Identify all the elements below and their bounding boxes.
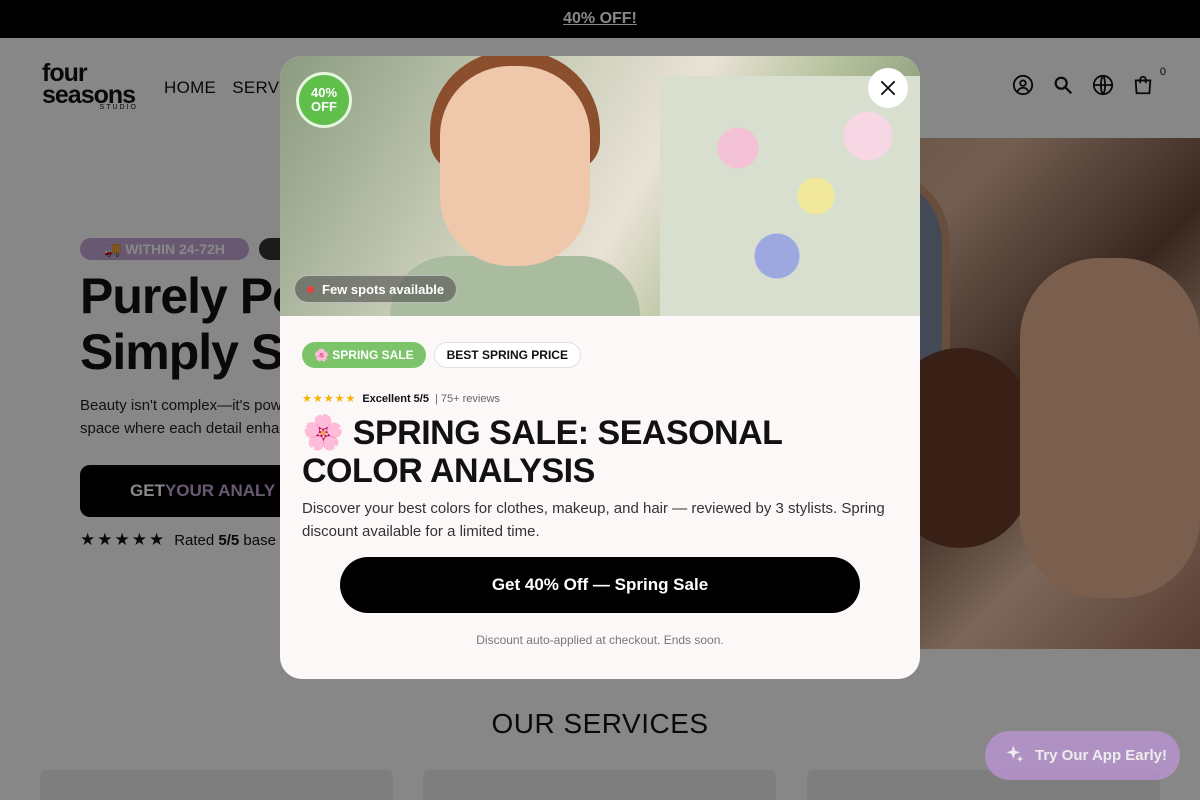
star-icons: ★★★★★ [302, 393, 357, 405]
badge-line2: OFF [311, 99, 337, 114]
promo-modal: 40% OFF Few spots available 🌸 SPRING SAL… [280, 56, 920, 679]
spring-sale-cta-button[interactable]: Get 40% Off — Spring Sale [340, 557, 860, 613]
try-app-label: Try Our App Early! [1035, 747, 1167, 764]
modal-footnote: Discount auto-applied at checkout. Ends … [476, 633, 724, 647]
modal-image: 40% OFF Few spots available [280, 56, 920, 316]
modal-tags: 🌸 SPRING SALE BEST SPRING PRICE [302, 342, 581, 368]
modal-description: Discover your best colors for clothes, m… [302, 500, 885, 540]
modal-title: 🌸 SPRING SALE: SEASONAL COLOR ANALYSIS [302, 414, 782, 490]
live-dot-icon [307, 285, 314, 293]
sparkle-icon [1005, 744, 1025, 768]
rating-excellent: Excellent 5/5 [362, 392, 429, 405]
discount-badge: 40% OFF [296, 72, 352, 128]
person-face-shape [440, 66, 590, 266]
badge-line1: 40% [310, 85, 338, 100]
spring-sale-tag: 🌸 SPRING SALE [302, 342, 426, 368]
spots-badge: Few spots available [294, 275, 458, 303]
best-price-tag: BEST SPRING PRICE [433, 342, 581, 368]
close-icon [880, 80, 896, 96]
flowers-shape [660, 76, 920, 316]
spots-label: Few spots available [322, 281, 445, 297]
modal-rating: ★★★★★ Excellent 5/5 | 75+ reviews [302, 392, 500, 406]
close-button[interactable] [868, 68, 908, 108]
try-app-button[interactable]: Try Our App Early! [985, 731, 1180, 780]
rating-reviews: | 75+ reviews [434, 392, 500, 405]
